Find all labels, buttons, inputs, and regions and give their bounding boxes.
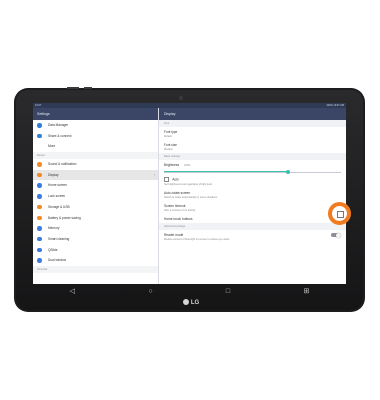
data-icon xyxy=(37,123,42,128)
auto-rotate-sub: Switch to rotate automatically in some s… xyxy=(164,195,218,199)
screen-timeout-sub: After 2 minutes of no activity xyxy=(164,208,196,212)
settings-item-label: Storage & USB xyxy=(48,204,70,209)
settings-item-label: Battery & power saving xyxy=(48,215,81,220)
tablet-screen: 10:07 100% 10:07 AM Settings Data Manage… xyxy=(33,103,346,284)
reader-mode-toggle[interactable] xyxy=(331,232,341,238)
settings-item-label: Share & connect xyxy=(48,133,72,138)
settings-title: Settings xyxy=(33,108,158,120)
sound-icon xyxy=(37,162,42,167)
lg-brand-text: LG xyxy=(190,300,200,306)
home-icon[interactable]: ○ xyxy=(148,288,152,295)
settings-item-label: Sound & notification xyxy=(48,162,77,167)
home-icon xyxy=(37,183,42,188)
settings-list: Settings Data Manager Share & connect Mo… xyxy=(33,108,159,284)
settings-item-label: QSlide xyxy=(48,247,58,252)
settings-item-label: Display xyxy=(48,172,59,177)
settings-item-qslide[interactable]: QSlide xyxy=(33,245,158,256)
dual-window-icon xyxy=(37,258,42,263)
settings-item-label: Lock screen xyxy=(48,194,66,199)
section-advanced-settings: Advanced settings xyxy=(159,223,346,231)
status-indicators: 100% 10:07 AM xyxy=(326,104,344,107)
brightness-label: Brightness xyxy=(164,162,180,167)
font-type-label: Font type xyxy=(164,129,178,134)
settings-item-memory[interactable]: Memory xyxy=(33,223,158,234)
recents-icon[interactable]: □ xyxy=(226,288,230,295)
font-type-row[interactable]: Font type Default xyxy=(159,127,346,140)
auto-rotate-label: Auto-rotate screen xyxy=(164,190,191,195)
settings-item-sound[interactable]: Sound & notification xyxy=(33,159,158,170)
auto-label: Auto xyxy=(172,176,179,181)
reader-mode-label: Reader mode xyxy=(164,232,184,237)
section-device: Device xyxy=(33,152,158,160)
settings-item-more[interactable]: More xyxy=(33,141,158,152)
volume-button xyxy=(67,87,79,89)
settings-item-label: Memory xyxy=(48,226,60,231)
status-time: 10:07 xyxy=(35,104,42,107)
display-icon xyxy=(37,172,42,178)
settings-item-storage[interactable]: Storage & USB xyxy=(33,202,158,213)
auto-brightness-row[interactable]: Auto Set brightness level regardless of … xyxy=(159,174,346,188)
font-size-value: Medium xyxy=(164,147,173,151)
settings-item-smart-cleaning[interactable]: Smart cleaning xyxy=(33,234,158,245)
back-icon[interactable]: ◁ xyxy=(70,287,75,295)
settings-item-display[interactable]: Display › xyxy=(33,169,158,181)
brightness-value: 100% xyxy=(183,163,191,167)
display-settings-panel: Display Font Font type Default Font size… xyxy=(159,108,346,284)
settings-item-label: Data Manager xyxy=(48,123,69,127)
display-title: Display xyxy=(159,108,346,120)
section-font: Font xyxy=(159,120,346,127)
lg-logo-icon xyxy=(182,299,189,306)
settings-item-share-connect[interactable]: Share & connect xyxy=(33,131,158,142)
settings-item-dual-window[interactable]: Dual window xyxy=(33,255,158,266)
font-size-label: Font size xyxy=(164,142,177,147)
dual-window-nav-icon[interactable]: ⊞ xyxy=(303,287,309,295)
qslide-icon xyxy=(37,247,42,253)
toggle-knob xyxy=(335,232,341,238)
font-size-row[interactable]: Font size Medium xyxy=(159,140,346,153)
navigation-bar: ◁ ○ □ ⊞ xyxy=(33,284,346,298)
screen-timeout-label: Screen timeout xyxy=(164,203,186,208)
section-personal: Personal xyxy=(33,265,158,273)
power-button xyxy=(84,87,92,89)
settings-item-label: Smart cleaning xyxy=(48,236,70,241)
settings-item-home-screen[interactable]: Home screen xyxy=(33,180,158,191)
reader-mode-sub: Reduce amount of blue light on screen to… xyxy=(164,237,230,241)
auto-note: Set brightness level regardless of light… xyxy=(164,182,213,186)
auto-checkbox[interactable] xyxy=(164,176,170,182)
home-touch-label: Home touch buttons xyxy=(164,216,193,221)
front-camera xyxy=(179,96,183,100)
memory-icon xyxy=(37,226,42,231)
auto-rotate-row[interactable]: Auto-rotate screen Switch to rotate auto… xyxy=(159,188,346,201)
reader-mode-row[interactable]: Reader mode Reduce amount of blue light … xyxy=(159,230,346,243)
brightness-row: Brightness 100% xyxy=(159,160,346,169)
battery-icon xyxy=(37,215,42,220)
settings-item-battery[interactable]: Battery & power saving xyxy=(33,213,158,224)
highlight-callout xyxy=(328,202,351,225)
settings-item-label: Dual window xyxy=(48,258,67,263)
lock-icon xyxy=(37,194,42,199)
storage-icon xyxy=(37,204,42,210)
home-touch-buttons-row[interactable]: Home touch buttons xyxy=(159,214,346,223)
settings-item-label: More xyxy=(48,144,56,149)
settings-item-data-manager[interactable]: Data Manager xyxy=(33,120,158,131)
font-type-value: Default xyxy=(164,134,172,138)
slider-fill xyxy=(164,171,288,173)
share-icon xyxy=(37,133,42,139)
settings-item-label: Home screen xyxy=(48,183,67,188)
settings-item-lock-screen[interactable]: Lock screen xyxy=(33,191,158,202)
chevron-right-icon: › xyxy=(153,172,155,177)
lg-logo: LG xyxy=(176,299,206,307)
screen-timeout-row[interactable]: Screen timeout After 2 minutes of no act… xyxy=(159,201,346,214)
cleaning-icon xyxy=(37,236,42,242)
auto-rotate-checkbox[interactable] xyxy=(337,211,344,218)
section-basic-settings: Basic settings xyxy=(159,153,346,160)
